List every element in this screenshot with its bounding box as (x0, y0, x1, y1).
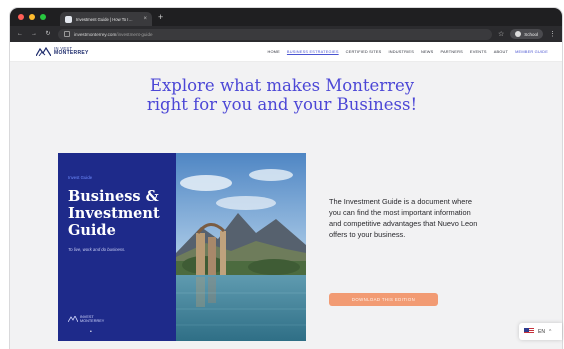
bookmark-star-icon[interactable]: ☆ (498, 31, 504, 38)
nav-news[interactable]: NEWS (421, 49, 433, 54)
site-info-icon[interactable] (64, 31, 70, 37)
nav-certified-sites[interactable]: CERTIFIED SITES (346, 49, 382, 54)
main-nav: HOME BUSINESS ESTRATEGIES CERTIFIED SITE… (267, 49, 548, 54)
hero-title-line2: right for you and your Business! (146, 95, 418, 114)
address-bar[interactable]: investmonterrey.com/investment-guide (58, 28, 492, 40)
minimize-window-button[interactable] (29, 14, 35, 20)
forward-arrow-icon[interactable]: → (30, 31, 38, 37)
guide-title-line1: Business & (68, 188, 159, 205)
browser-menu-icon[interactable]: ⋮ (549, 31, 556, 38)
window-controls (18, 14, 46, 20)
nav-partners[interactable]: PARTNERS (440, 49, 462, 54)
browser-toolbar: ← → ↻ investmonterrey.com/investment-gui… (10, 26, 562, 42)
maximize-window-button[interactable] (40, 14, 46, 20)
logo-text-bottom: MONTERREY (54, 50, 89, 57)
guide-brand-line2: MONTERREY (80, 318, 105, 323)
us-flag-icon (524, 328, 534, 335)
landscape-illustration (176, 153, 306, 341)
site-header: IN VEST MONTERREY HOME BUSINESS ESTRATEG… (10, 42, 562, 62)
language-code: EN (538, 328, 545, 335)
url-path: /investment-guide (116, 31, 153, 37)
nav-home[interactable]: HOME (267, 49, 279, 54)
language-selector[interactable]: EN ^ (519, 323, 562, 340)
mountains-logo-icon (36, 46, 51, 56)
hero-section: Explore what makes Monterrey right for y… (0, 76, 564, 114)
tab-title: Investment Guide | How To I… (76, 16, 133, 22)
nav-member-guide[interactable]: MEMBER GUIDE (515, 49, 548, 54)
avatar-icon (515, 31, 522, 37)
reload-icon[interactable]: ↻ (44, 31, 52, 37)
guide-title-line3: Guide (68, 222, 116, 239)
monterrey-landscape-image (176, 153, 306, 341)
tab-close-icon[interactable]: × (143, 16, 147, 22)
download-edition-button[interactable]: DOWNLOAD THIS EDITION (329, 293, 438, 306)
profile-name: School (524, 31, 538, 37)
url-text: investmonterrey.com/investment-guide (74, 32, 153, 37)
guide-description: The Investment Guide is a document where… (329, 197, 478, 239)
browser-titlebar: Investment Guide | How To I… × + (10, 8, 562, 26)
hero-title-line1: Explore what makes Monterrey (149, 76, 415, 95)
nav-about[interactable]: ABOUT (494, 49, 508, 54)
guide-cover: Invest Guide Business & Investment Guide… (58, 153, 306, 341)
url-host: investmonterrey.com (74, 31, 117, 37)
close-window-button[interactable] (18, 14, 24, 20)
browser-tab[interactable]: Investment Guide | How To I… × (60, 12, 152, 26)
guide-subtitle: To live, work and do business. (68, 247, 126, 252)
nav-events[interactable]: EVENTS (470, 49, 487, 54)
guide-eyebrow: Invest Guide (68, 175, 93, 180)
guide-title-line2: Investment (68, 205, 160, 222)
mountains-small-logo-icon (68, 315, 78, 322)
chevron-up-icon: ^ (548, 328, 552, 335)
cover-dot-icon: • (90, 329, 92, 335)
nav-industries[interactable]: INDUSTRIES (388, 49, 414, 54)
back-arrow-icon[interactable]: ← (16, 31, 24, 37)
guide-brand-logo: INVEST MONTERREY (68, 315, 104, 323)
nav-business-strategies[interactable]: BUSINESS ESTRATEGIES (287, 49, 339, 54)
new-tab-button[interactable]: + (158, 12, 163, 22)
guide-cover-panel: Invest Guide Business & Investment Guide… (58, 153, 176, 341)
favicon-icon (65, 15, 72, 23)
site-logo[interactable]: IN VEST MONTERREY (36, 46, 89, 57)
profile-button[interactable]: School (510, 29, 543, 39)
